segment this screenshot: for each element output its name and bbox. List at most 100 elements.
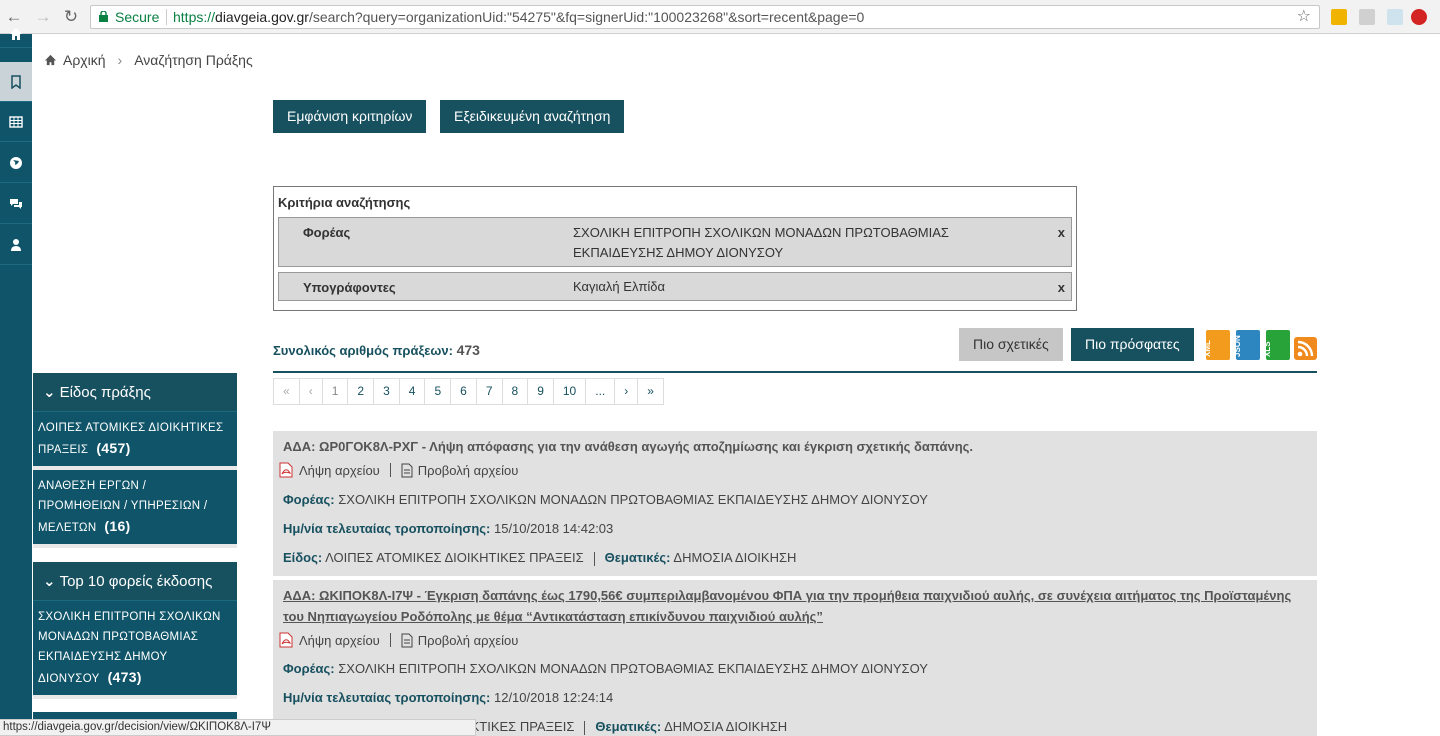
- facet-item[interactable]: ΣΧΟΛΙΚΗ ΕΠΙΤΡΟΠΗ ΣΧΟΛΙΚΩΝ ΜΟΝΑΔΩΝ ΠΡΩΤΟΒ…: [33, 601, 237, 699]
- meta-label: Φορέας:: [283, 492, 335, 507]
- meta-value: ΣΧΟΛΙΚΗ ΕΠΙΤΡΟΠΗ ΣΧΟΛΙΚΩΝ ΜΟΝΑΔΩΝ ΠΡΩΤΟΒ…: [338, 492, 928, 507]
- first-page-link[interactable]: «: [274, 379, 300, 404]
- criteria-row-signers: Υπογράφοντες Καγιαλή Ελπίδα x: [278, 272, 1072, 301]
- meta-value: ΛΟΙΠΕΣ ΑΤΟΜΙΚΕΣ ΔΙΟΙΚΗΤΙΚΕΣ ΠΡΑΞΕΙΣ: [325, 550, 584, 565]
- result-type: Είδος: ΛΟΙΠΕΣ ΑΤΟΜΙΚΕΣ ΔΙΟΙΚΗΤΙΚΕΣ ΠΡΑΞΕ…: [283, 550, 796, 566]
- url-path: /search?query=organizationUid:"54275"&fq…: [308, 9, 865, 25]
- globe-icon: [10, 156, 22, 169]
- total-label: Συνολικός αριθμός πράξεων:: [273, 343, 453, 358]
- criteria-row-organization: Φορέας ΣΧΟΛΙΚΗ ΕΠΙΤΡΟΠΗ ΣΧΟΛΙΚΩΝ ΜΟΝΑΔΩΝ…: [278, 217, 1072, 267]
- last-page-link[interactable]: »: [638, 379, 663, 404]
- result-card: ΑΔΑ: ΩΚΙΠΟΚ8Λ-Ι7Ψ - Έγκριση δαπάνης έως …: [273, 580, 1317, 736]
- result-title[interactable]: ΑΔΑ: ΩΚΙΠΟΚ8Λ-Ι7Ψ - Έγκριση δαπάνης έως …: [283, 585, 1311, 627]
- breadcrumb-home[interactable]: Αρχική: [63, 52, 106, 68]
- omnibox-divider: [166, 9, 167, 25]
- result-title[interactable]: ΑΔΑ: ΩΡ0ΓΟΚ8Λ-ΡΧΓ - Λήψη απόφασης για τη…: [283, 436, 1311, 457]
- document-icon: [401, 633, 413, 647]
- results-divider: [273, 371, 1317, 373]
- result-organization: Φορέας: ΣΧΟΛΙΚΗ ΕΠΙΤΡΟΠΗ ΣΧΟΛΙΚΩΝ ΜΟΝΑΔΩ…: [283, 661, 928, 676]
- page-ellipsis[interactable]: ...: [586, 379, 616, 404]
- meta-divider: [584, 720, 586, 735]
- pagination: « ‹ 1 2 3 4 5 6 7 8 9 10 ... › »: [273, 378, 664, 405]
- facet-header[interactable]: ⌄ Top 10 φορείς έκδοσης: [33, 562, 237, 601]
- document-icon: [401, 463, 413, 477]
- meta-value: ΔΗΜΟΣΙΑ ΔΙΟΙΚΗΣΗ: [664, 719, 788, 734]
- show-criteria-button[interactable]: Εμφάνιση κριτηρίων: [273, 100, 427, 133]
- page-10-link[interactable]: 10: [554, 379, 587, 404]
- remove-criteria-button[interactable]: x: [1058, 280, 1065, 295]
- url-proto: https://: [173, 9, 216, 25]
- xml-export-icon[interactable]: XML: [1203, 330, 1230, 360]
- facet-item[interactable]: ΑΝΑΘΕΣΗ ΕΡΓΩΝ / ΠΡΟΜΗΘΕΙΩΝ / ΥΠΗΡΕΣΙΩΝ /…: [33, 470, 237, 548]
- total-count: 473: [456, 342, 480, 358]
- page-2-link[interactable]: 2: [348, 379, 375, 404]
- results-total: Συνολικός αριθμός πράξεων: 473: [273, 342, 480, 358]
- meta-divider: [593, 551, 595, 566]
- facet-item-count: (473): [107, 669, 142, 685]
- bookmark-star-icon[interactable]: ☆: [1297, 6, 1311, 28]
- result-date: Ημ/νία τελευταίας τροποποίησης: 12/10/20…: [283, 690, 613, 705]
- page-5-link[interactable]: 5: [425, 379, 452, 404]
- facet-top-organizations: ⌄ Top 10 φορείς έκδοσης ΣΧΟΛΙΚΗ ΕΠΙΤΡΟΠΗ …: [33, 562, 237, 699]
- icon-rail: [0, 27, 32, 736]
- view-file-link[interactable]: Προβολή αρχείου: [418, 633, 519, 648]
- facet-decision-type: ⌄ Είδος πράξης ΛΟΙΠΕΣ ΑΤΟΜΙΚΕΣ ΔΙΟΙΚΗΤΙΚΕ…: [33, 373, 237, 548]
- rail-user[interactable]: [0, 225, 32, 265]
- home-icon: [10, 27, 22, 40]
- forward-icon[interactable]: →: [33, 7, 53, 27]
- facet-header[interactable]: ⌄ Είδος πράξης: [33, 373, 237, 412]
- pdf-icon: [279, 462, 293, 478]
- search-extension-icon[interactable]: [1359, 9, 1375, 25]
- rss-icon[interactable]: [1294, 337, 1317, 360]
- download-file-link[interactable]: Λήψη αρχείου: [299, 633, 380, 648]
- page-3-link[interactable]: 3: [374, 379, 400, 404]
- meta-value: ΣΧΟΛΙΚΗ ΕΠΙΤΡΟΠΗ ΣΧΟΛΙΚΩΝ ΜΟΝΑΔΩΝ ΠΡΩΤΟΒ…: [338, 661, 928, 676]
- json-export-icon[interactable]: JSON: [1233, 330, 1260, 360]
- rail-globe[interactable]: [0, 143, 32, 183]
- page-4-link[interactable]: 4: [400, 379, 426, 404]
- chevron-down-icon: ⌄: [43, 573, 56, 590]
- rail-bookmark[interactable]: [0, 62, 32, 102]
- facet-item-count: (16): [104, 518, 131, 534]
- link-status-bar: https://diavgeia.gov.gr/decision/view/ΩΚ…: [0, 719, 476, 736]
- criteria-key: Φορέας: [303, 225, 351, 240]
- page-9-link[interactable]: 9: [528, 379, 554, 404]
- meta-value: 15/10/2018 14:42:03: [493, 521, 614, 536]
- reload-icon[interactable]: ↻: [61, 7, 81, 27]
- remove-criteria-button[interactable]: x: [1058, 225, 1065, 240]
- rail-table[interactable]: [0, 102, 32, 142]
- result-actions: Λήψη αρχείου Προβολή αρχείου: [279, 632, 518, 648]
- secure-label: Secure: [115, 9, 160, 25]
- result-actions: Λήψη αρχείου Προβολή αρχείου: [279, 462, 518, 478]
- meta-value: ΙΚΤΙΚΕΣ ΠΡΑΞΕΙΣ: [467, 719, 575, 734]
- search-criteria-panel: Κριτήρια αναζήτησης Φορέας ΣΧΟΛΙΚΗ ΕΠΙΤΡ…: [273, 186, 1077, 311]
- image-extension-icon[interactable]: [1387, 9, 1403, 25]
- view-file-link[interactable]: Προβολή αρχείου: [418, 463, 519, 478]
- rail-comments[interactable]: [0, 184, 32, 224]
- page-1-link[interactable]: 1: [323, 379, 349, 404]
- download-extension-icon[interactable]: [1331, 9, 1347, 25]
- address-bar[interactable]: Secure https://diavgeia.gov.gr/search?qu…: [90, 5, 1320, 29]
- table-icon: [9, 115, 23, 128]
- page-6-link[interactable]: 6: [451, 379, 477, 404]
- xls-export-icon[interactable]: XLS: [1263, 330, 1290, 360]
- next-page-link[interactable]: ›: [615, 379, 639, 404]
- page-8-link[interactable]: 8: [503, 379, 529, 404]
- sort-relevant-button[interactable]: Πιο σχετικές: [959, 328, 1063, 361]
- meta-label: Ημ/νία τελευταίας τροποποίησης:: [283, 521, 491, 536]
- meta-label: Θεματικές:: [604, 550, 671, 565]
- advanced-search-button[interactable]: Εξειδικευμένη αναζήτηση: [440, 100, 625, 133]
- rail-home[interactable]: [0, 20, 32, 48]
- prev-page-link[interactable]: ‹: [300, 379, 323, 404]
- facet-item[interactable]: ΛΟΙΠΕΣ ΑΤΟΜΙΚΕΣ ΔΙΟΙΚΗΤΙΚΕΣ ΠΡΑΞΕΙΣ (457): [33, 412, 237, 470]
- page-7-link[interactable]: 7: [477, 379, 503, 404]
- sort-recent-button[interactable]: Πιο πρόσφατες: [1071, 328, 1194, 361]
- criteria-key: Υπογράφοντες: [303, 280, 396, 295]
- result-card: ΑΔΑ: ΩΡ0ΓΟΚ8Λ-ΡΧΓ - Λήψη απόφασης για τη…: [273, 431, 1317, 576]
- pdf-icon: [279, 632, 293, 648]
- alert-extension-icon[interactable]: [1411, 9, 1427, 25]
- browser-toolbar: ← → ↻ Secure https://diavgeia.gov.gr/sea…: [0, 0, 1440, 34]
- criteria-value: ΣΧΟΛΙΚΗ ΕΠΙΤΡΟΠΗ ΣΧΟΛΙΚΩΝ ΜΟΝΑΔΩΝ ΠΡΩΤΟΒ…: [573, 225, 949, 260]
- download-file-link[interactable]: Λήψη αρχείου: [299, 463, 380, 478]
- comments-icon: [10, 198, 22, 209]
